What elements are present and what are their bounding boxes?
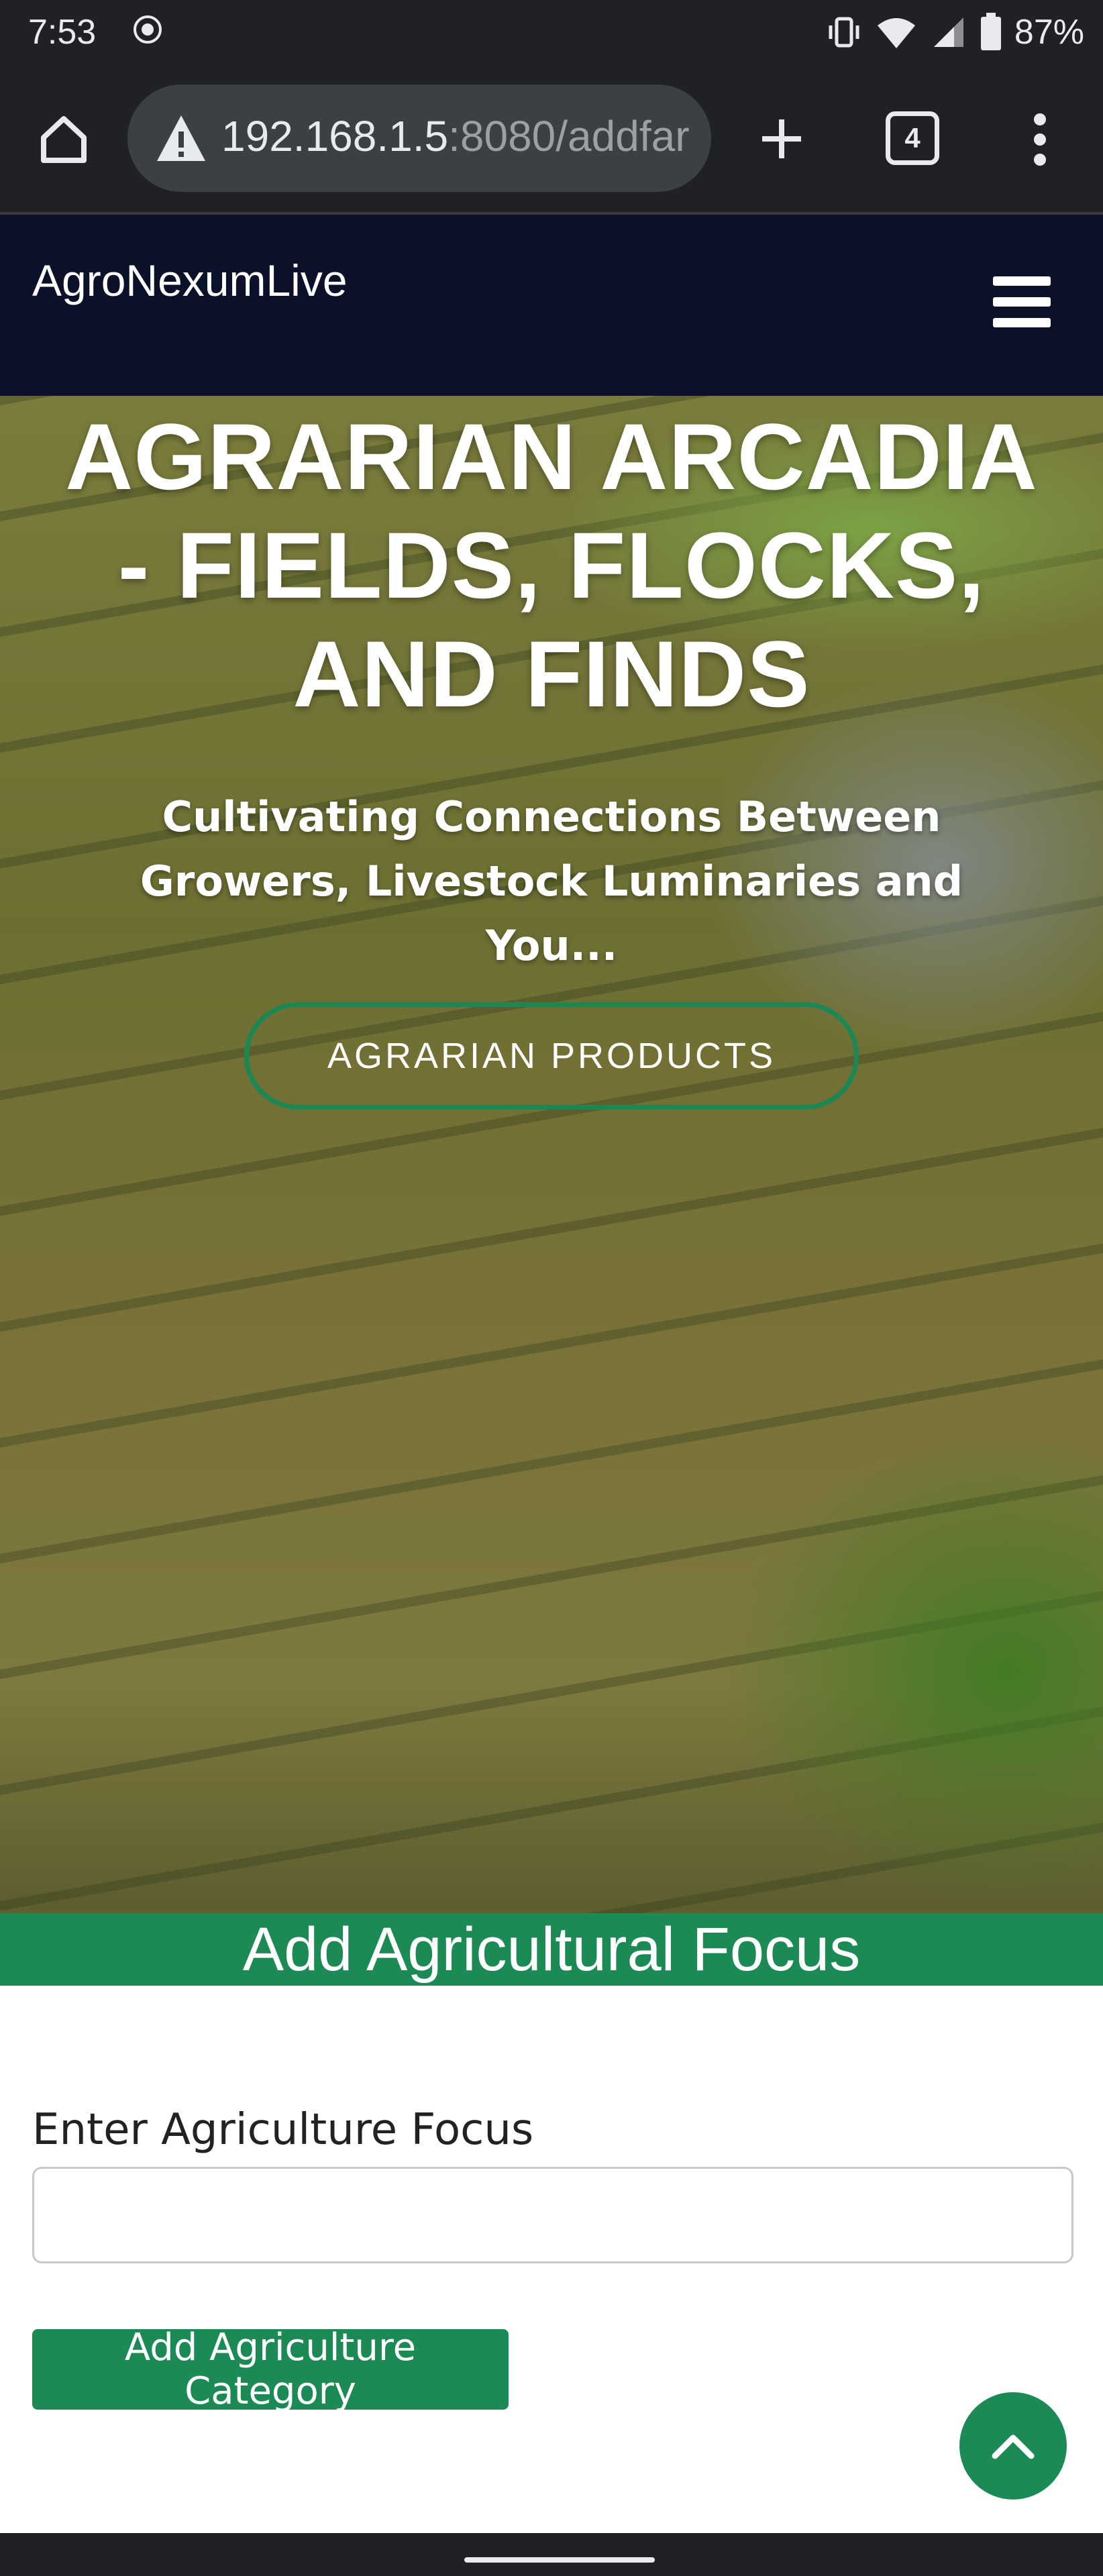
hamburger-line bbox=[993, 297, 1051, 307]
home-button[interactable] bbox=[34, 109, 94, 169]
home-icon bbox=[41, 116, 87, 163]
hamburger-line bbox=[993, 318, 1051, 327]
wifi-icon bbox=[877, 18, 915, 48]
hero-banner: AGRARIAN ARCADIA - FIELDS, FLOCKS, AND F… bbox=[0, 396, 1103, 1913]
hero-title: AGRARIAN ARCADIA - FIELDS, FLOCKS, AND F… bbox=[65, 404, 1038, 727]
status-icons: 87% bbox=[825, 9, 1084, 55]
hero-subtitle: Cultivating Connections Between Growers,… bbox=[140, 792, 963, 970]
address-bar[interactable]: 192.168.1.5:8080/addfar bbox=[127, 85, 711, 192]
agrarian-products-button[interactable]: AGRARIAN PRODUCTS bbox=[244, 1002, 859, 1110]
tab-switcher-button[interactable]: 4 bbox=[886, 111, 939, 165]
add-agriculture-category-button[interactable]: Add Agriculture Category bbox=[32, 2326, 509, 2413]
more-options-button[interactable] bbox=[1013, 106, 1067, 173]
battery-icon bbox=[980, 13, 1001, 50]
tab-count: 4 bbox=[904, 122, 921, 154]
site-navbar: AgroNexumLive bbox=[0, 215, 1103, 396]
url-path: :8080/addfar bbox=[448, 112, 690, 160]
back-to-top-button[interactable] bbox=[959, 2392, 1067, 2500]
url-text[interactable]: 192.168.1.5:8080/addfar bbox=[221, 111, 690, 161]
browser-toolbar: 192.168.1.5:8080/addfar 4 bbox=[0, 64, 1103, 215]
status-bar: 7:53 87% bbox=[0, 0, 1103, 64]
hamburger-menu-icon[interactable] bbox=[993, 276, 1051, 327]
screen-record-icon bbox=[134, 15, 162, 44]
agriculture-focus-label: Enter Agriculture Focus bbox=[32, 2105, 534, 2155]
new-tab-icon bbox=[762, 119, 801, 158]
new-tab-button[interactable] bbox=[751, 109, 812, 169]
signal-icon bbox=[933, 17, 963, 47]
chevron-up-icon bbox=[992, 2434, 1035, 2459]
url-host: 192.168.1.5 bbox=[221, 112, 449, 160]
agriculture-focus-input[interactable] bbox=[32, 2167, 1073, 2263]
hamburger-line bbox=[993, 276, 1051, 286]
battery-percentage: 87% bbox=[1014, 13, 1084, 52]
section-heading: Add Agricultural Focus bbox=[0, 1913, 1103, 1986]
vibrate-icon bbox=[829, 17, 859, 48]
not-secure-warning-icon[interactable] bbox=[154, 113, 208, 164]
more-options-icon bbox=[1034, 113, 1046, 166]
site-brand-link[interactable]: AgroNexumLive bbox=[32, 255, 348, 306]
status-time: 7:53 bbox=[28, 13, 97, 52]
gesture-navigation-bar bbox=[0, 2533, 1103, 2576]
gesture-handle[interactable] bbox=[464, 2557, 655, 2563]
